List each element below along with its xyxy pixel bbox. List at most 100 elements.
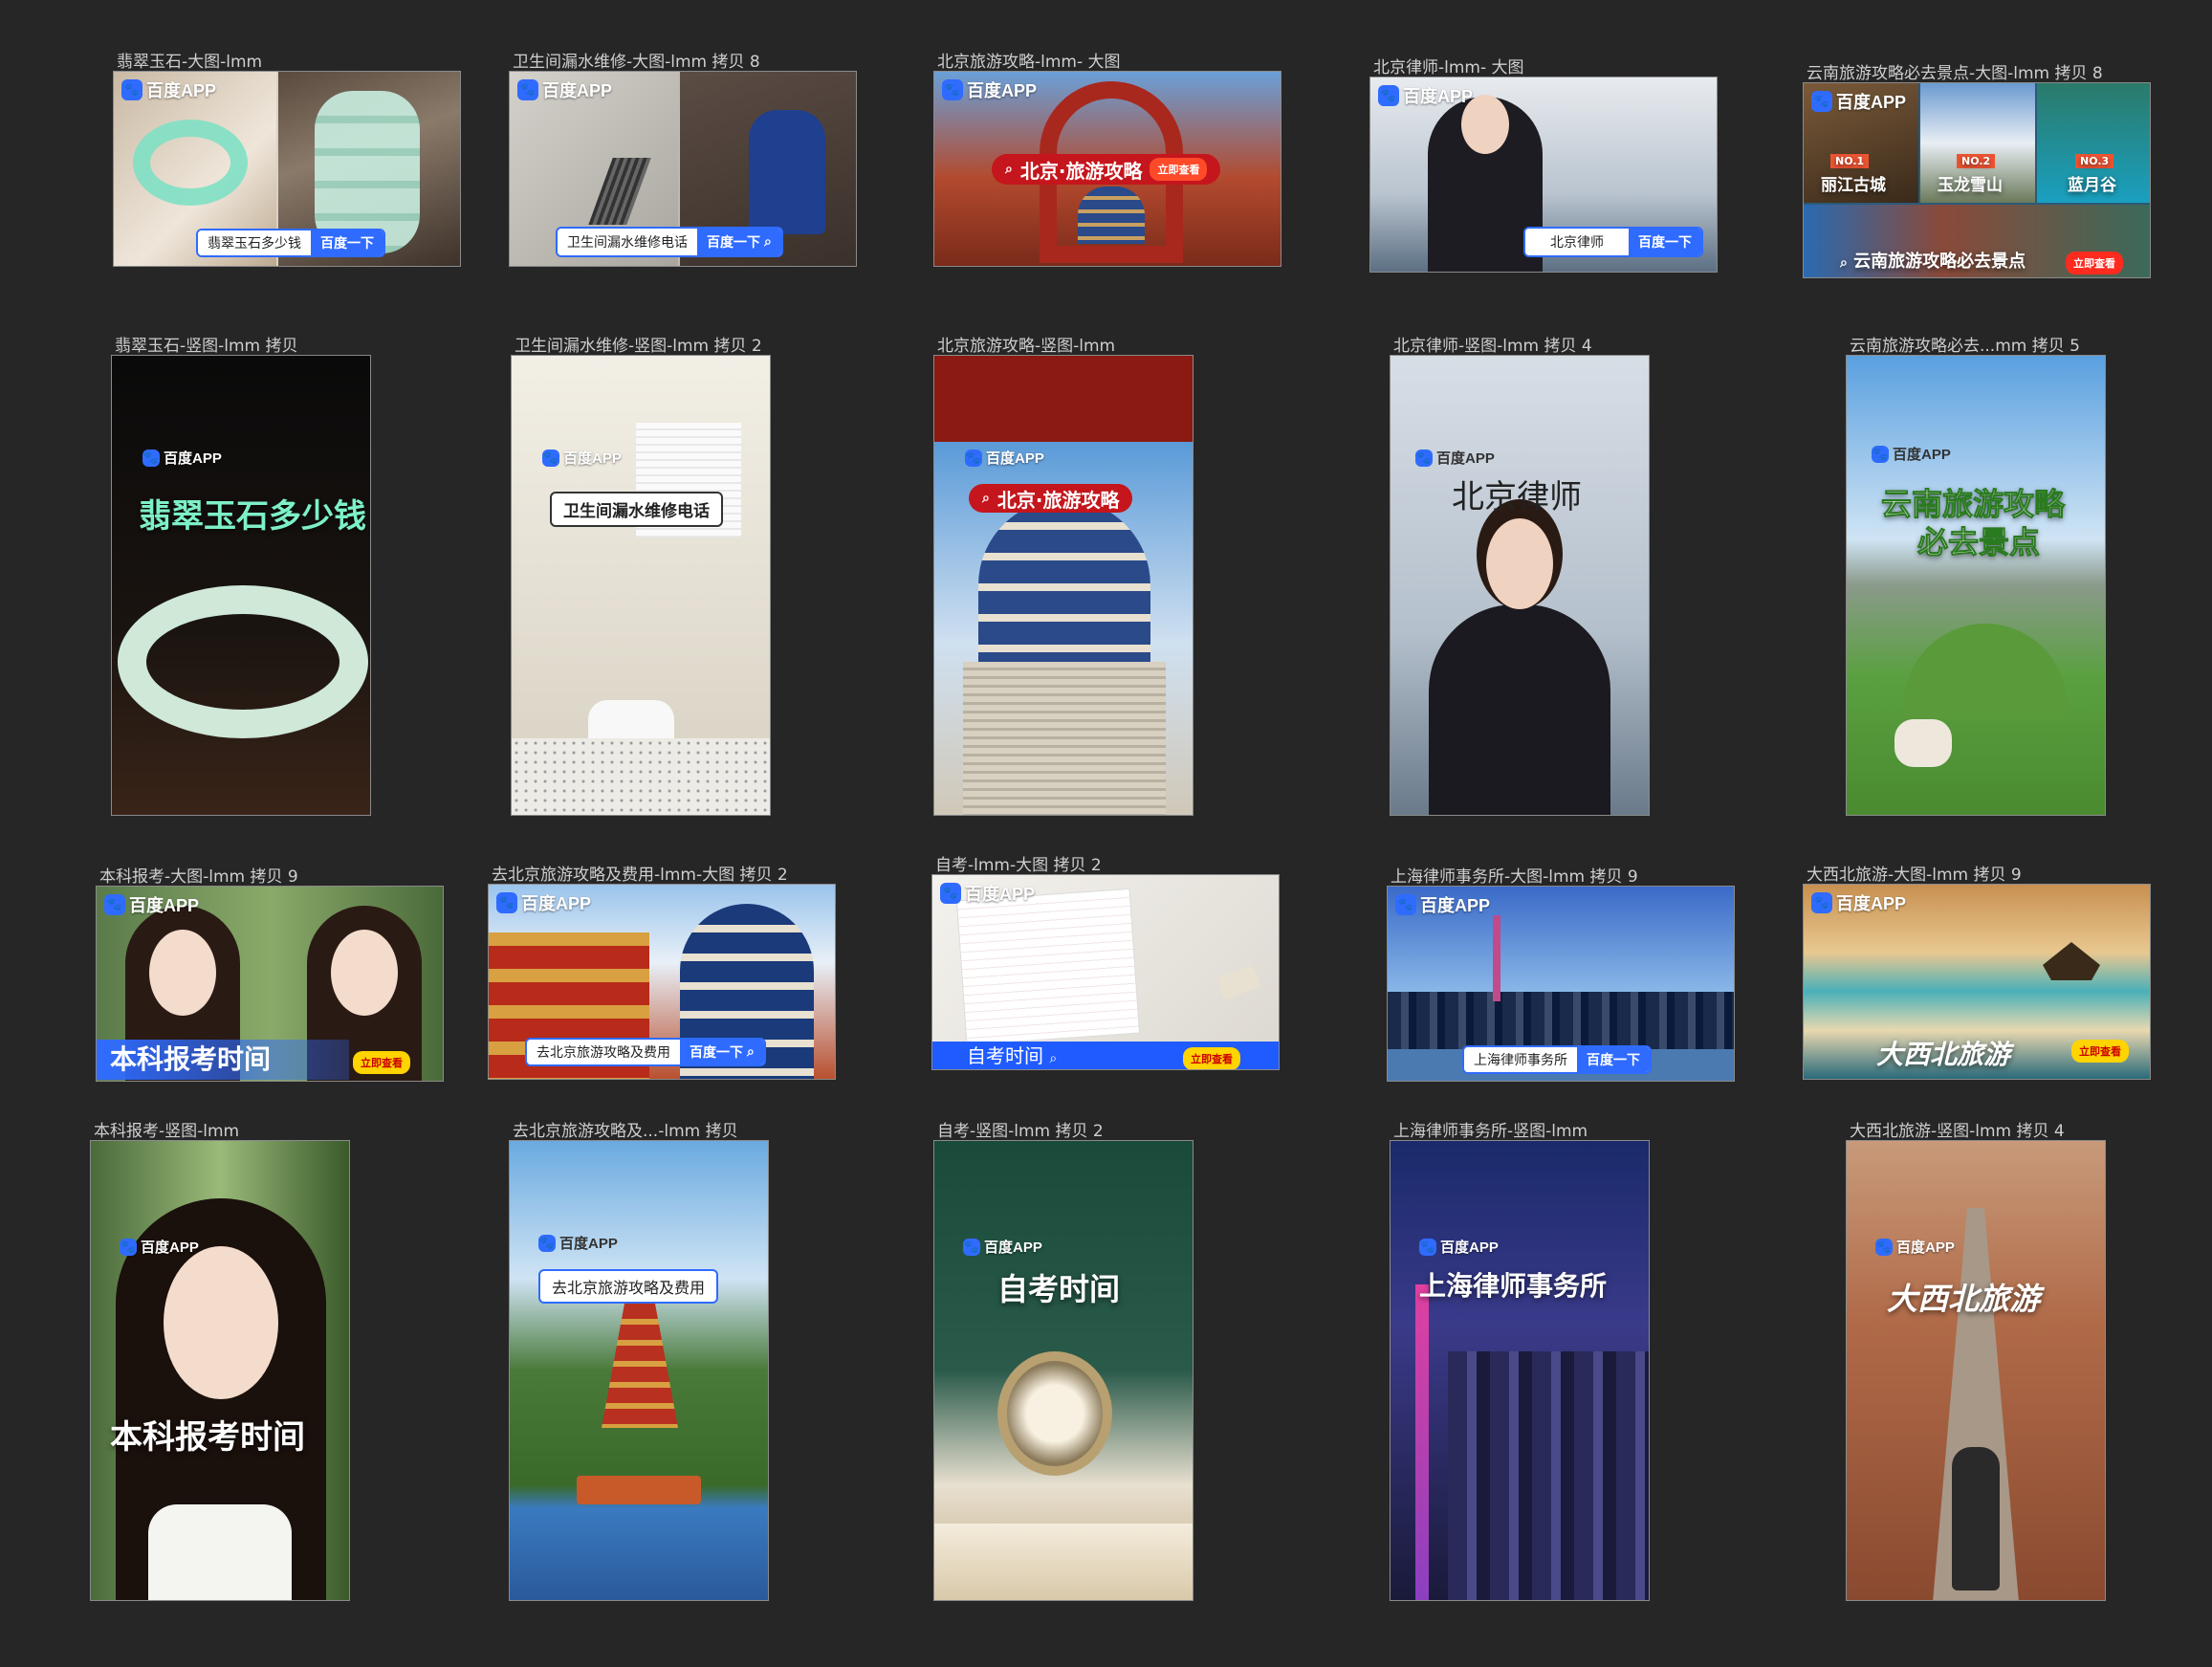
skyline-photo: [1388, 992, 1734, 1049]
search-bar[interactable]: ⌕ 北京·旅游攻略 立即查看: [992, 154, 1221, 185]
ad-title: 上海律师事务所: [1419, 1270, 1608, 1302]
artboard-label[interactable]: 北京律师-lmm- 大图: [1373, 54, 1524, 77]
paw-icon: 🐾: [542, 449, 559, 467]
search-query-pill[interactable]: 去北京旅游攻略及费用: [538, 1269, 719, 1304]
artboard-label[interactable]: 上海律师事务所-竖图-lmm: [1393, 1117, 1588, 1141]
search-button[interactable]: 百度一下: [311, 230, 383, 255]
artboard-bathroom-portrait[interactable]: 卫生间漏水维修-竖图-lmm 拷贝 2 🐾 百度APP 卫生间漏水维修电话: [511, 337, 771, 816]
ad-title: 翡翠玉石多少钱: [139, 497, 366, 536]
search-query[interactable]: ⌕ 云南旅游攻略必去景点: [1840, 248, 2026, 273]
artboard-label[interactable]: 北京旅游攻略-竖图-lmm: [937, 332, 1115, 356]
artboard-label[interactable]: 翡翠玉石-大图-lmm: [117, 48, 262, 72]
temple-of-heaven-icon: [1078, 186, 1145, 244]
ad-thumbnail: 🐾 百度APP 卫生间漏水维修电话 百度一下 ⌕: [509, 71, 857, 267]
answer-sheet-photo: [955, 888, 1141, 1046]
ad-thumbnail: 🐾 百度APP 去北京旅游攻略及费用 百度一下 ⌕: [488, 884, 836, 1080]
cta-button[interactable]: 立即查看: [2071, 1040, 2129, 1063]
search-bar[interactable]: 北京律师 百度一下: [1523, 227, 1703, 257]
lawyer-face: [1486, 518, 1553, 609]
artboard-label[interactable]: 北京律师-竖图-lmm 拷贝 4: [1393, 332, 1592, 356]
cta-button[interactable]: 立即查看: [1150, 158, 1208, 181]
search-query: 翡翠玉石多少钱: [198, 230, 311, 255]
summer-palace-pagoda-photo: [602, 1304, 678, 1428]
artboard-selfstudy-landscape[interactable]: 自考-lmm-大图 拷贝 2 🐾 百度APP 自考时间 ⌕ 立即查看: [931, 856, 1280, 1070]
cta-button[interactable]: 立即查看: [353, 1051, 410, 1074]
artboard-label[interactable]: 翡翠玉石-竖图-lmm 拷贝: [115, 332, 298, 356]
search-bar[interactable]: 卫生间漏水维修电话 百度一下 ⌕: [556, 227, 783, 257]
baidu-logo: 🐾 百度APP: [965, 449, 1044, 467]
artboard-jade-portrait[interactable]: 翡翠玉石-竖图-lmm 拷贝 🐾 百度APP 翡翠玉石多少钱: [111, 337, 371, 816]
artboard-label[interactable]: 去北京旅游攻略及费用-lmm-大图 拷贝 2: [492, 861, 788, 885]
paw-icon: 🐾: [104, 894, 125, 915]
artboard-label[interactable]: 上海律师事务所-大图-lmm 拷贝 9: [1391, 863, 1638, 887]
paw-icon: 🐾: [517, 79, 538, 100]
paw-icon: 🐾: [121, 79, 142, 100]
cta-button[interactable]: 立即查看: [1183, 1047, 1240, 1069]
artboard-shanghai-law-landscape[interactable]: 上海律师事务所-大图-lmm 拷贝 9 🐾 百度APP 上海律师事务所 百度一下: [1387, 867, 1735, 1082]
search-icon: ⌕: [747, 1044, 755, 1060]
artboard-northwest-landscape[interactable]: 大西北旅游-大图-lmm 拷贝 9 🐾 百度APP 大西北旅游 立即查看: [1803, 866, 2151, 1080]
search-bar[interactable]: ⌕ 北京·旅游攻略: [969, 484, 1133, 513]
search-bar[interactable]: 去北京旅游攻略及费用 百度一下 ⌕: [525, 1038, 766, 1066]
paw-icon: 🐾: [965, 449, 982, 467]
search-button[interactable]: 百度一下 ⌕: [680, 1040, 764, 1064]
jade-bracelet-photo: [118, 585, 368, 738]
spot-rank-1: NO.1: [1830, 154, 1870, 168]
artboard-yunnan-portrait[interactable]: 云南旅游攻略必去...mm 拷贝 5 🐾 百度APP 云南旅游攻略 必去景点: [1846, 337, 2106, 816]
artboard-label[interactable]: 云南旅游攻略必去景点-大图-lmm 拷贝 8: [1807, 59, 2103, 83]
search-bar[interactable]: 翡翠玉石多少钱 百度一下: [196, 229, 385, 257]
artboard-label[interactable]: 自考-lmm-大图 拷贝 2: [935, 851, 1102, 875]
baidu-logo: 🐾 百度APP: [1811, 890, 1906, 915]
baidu-logo: 🐾 百度APP: [496, 890, 591, 915]
baidu-logo: 🐾 百度APP: [517, 77, 612, 102]
artboard-beijing-portrait[interactable]: 北京旅游攻略-竖图-lmm 🐾 百度APP ⌕ 北京·旅游攻略: [933, 337, 1194, 816]
artboard-label[interactable]: 自考-竖图-lmm 拷贝 2: [937, 1117, 1104, 1141]
artboard-northwest-portrait[interactable]: 大西北旅游-竖图-lmm 拷贝 4 🐾 百度APP 大西北旅游: [1846, 1122, 2106, 1601]
search-button[interactable]: 百度一下: [1629, 229, 1701, 255]
search-bar[interactable]: 上海律师事务所 百度一下: [1462, 1045, 1652, 1074]
artboard-label[interactable]: 卫生间漏水维修-竖图-lmm 拷贝 2: [515, 332, 762, 356]
search-button[interactable]: 百度一下: [1577, 1047, 1650, 1072]
ad-thumbnail: 🐾 百度APP 本科报考时间 立即查看: [96, 886, 444, 1082]
boat-icon: [577, 1476, 701, 1504]
artboard-label[interactable]: 北京旅游攻略-lmm- 大图: [937, 48, 1121, 72]
artboard-label[interactable]: 本科报考-大图-lmm 拷贝 9: [99, 863, 298, 887]
artboard-beijing-cost-portrait[interactable]: 去北京旅游攻略及...-lmm 拷贝 🐾 百度APP 去北京旅游攻略及费用: [509, 1122, 769, 1601]
search-icon: ⌕: [1049, 1051, 1058, 1066]
artboard-undergrad-portrait[interactable]: 本科报考-竖图-lmm 🐾 百度APP 本科报考时间: [90, 1122, 350, 1601]
search-query: 上海律师事务所: [1464, 1047, 1577, 1072]
skyscrapers-photo: [1448, 1351, 1649, 1600]
terrazzo-floor: [512, 738, 770, 815]
artboard-lawyer-portrait[interactable]: 北京律师-竖图-lmm 拷贝 4 🐾 百度APP 北京律师: [1390, 337, 1650, 816]
artboard-yunnan-landscape[interactable]: 云南旅游攻略必去景点-大图-lmm 拷贝 8 🐾 百度APP NO.1 丽江古城 …: [1803, 64, 2151, 278]
artboard-beijing-cost-landscape[interactable]: 去北京旅游攻略及费用-lmm-大图 拷贝 2 🐾 百度APP 去北京旅游攻略及费用…: [488, 866, 836, 1080]
paw-icon: 🐾: [963, 1238, 980, 1256]
artboard-label[interactable]: 大西北旅游-大图-lmm 拷贝 9: [1807, 861, 2022, 885]
paw-icon: 🐾: [142, 449, 160, 467]
cta-button[interactable]: 立即查看: [2066, 252, 2123, 274]
spot-name-1: 丽江古城: [1821, 176, 1886, 195]
search-query: 卫生间漏水维修电话: [558, 229, 697, 255]
search-button[interactable]: 百度一下 ⌕: [697, 229, 781, 255]
ad-thumbnail: 🐾 百度APP 上海律师事务所 百度一下: [1387, 886, 1735, 1082]
artboard-bathroom-landscape[interactable]: 卫生间漏水维修-大图-lmm 拷贝 8 🐾 百度APP 卫生间漏水维修电话 百度一…: [509, 53, 857, 267]
artboard-label[interactable]: 卫生间漏水维修-大图-lmm 拷贝 8: [513, 48, 760, 72]
search-query-pill[interactable]: 卫生间漏水维修电话: [550, 492, 723, 527]
artboard-jade-landscape[interactable]: 翡翠玉石-大图-lmm 🐾 百度APP 翡翠玉石多少钱 百度一下: [113, 53, 461, 267]
ad-thumbnail: 🐾 百度APP 云南旅游攻略 必去景点: [1846, 355, 2106, 816]
ad-title: 大西北旅游: [1887, 1281, 2041, 1317]
artboard-undergrad-landscape[interactable]: 本科报考-大图-lmm 拷贝 9 🐾 百度APP 本科报考时间 立即查看: [96, 867, 444, 1082]
baidu-logo: 🐾 百度APP: [104, 892, 199, 917]
artboard-label[interactable]: 去北京旅游攻略及...-lmm 拷贝: [513, 1117, 738, 1141]
artboard-label[interactable]: 大西北旅游-竖图-lmm 拷贝 4: [1850, 1117, 2065, 1141]
baidu-logo: 🐾 百度APP: [1378, 83, 1473, 108]
ad-thumbnail: 🐾 百度APP 大西北旅游 立即查看: [1803, 884, 2151, 1080]
artboard-label[interactable]: 云南旅游攻略必去...mm 拷贝 5: [1850, 332, 2080, 356]
artboard-label[interactable]: 本科报考-竖图-lmm: [94, 1117, 239, 1141]
ad-title: 大西北旅游: [1876, 1039, 2011, 1070]
artboard-shanghai-law-portrait[interactable]: 上海律师事务所-竖图-lmm 🐾 百度APP 上海律师事务所: [1390, 1122, 1650, 1601]
paw-icon: 🐾: [1875, 1238, 1893, 1256]
artboard-beijing-landscape[interactable]: 北京旅游攻略-lmm- 大图 🐾 百度APP ⌕ 北京·旅游攻略 立即查看: [933, 53, 1281, 267]
artboard-selfstudy-portrait[interactable]: 自考-竖图-lmm 拷贝 2 🐾 百度APP 自考时间: [933, 1122, 1194, 1601]
artboard-lawyer-landscape[interactable]: 北京律师-lmm- 大图 🐾 百度APP 北京律师 百度一下: [1369, 58, 1718, 273]
